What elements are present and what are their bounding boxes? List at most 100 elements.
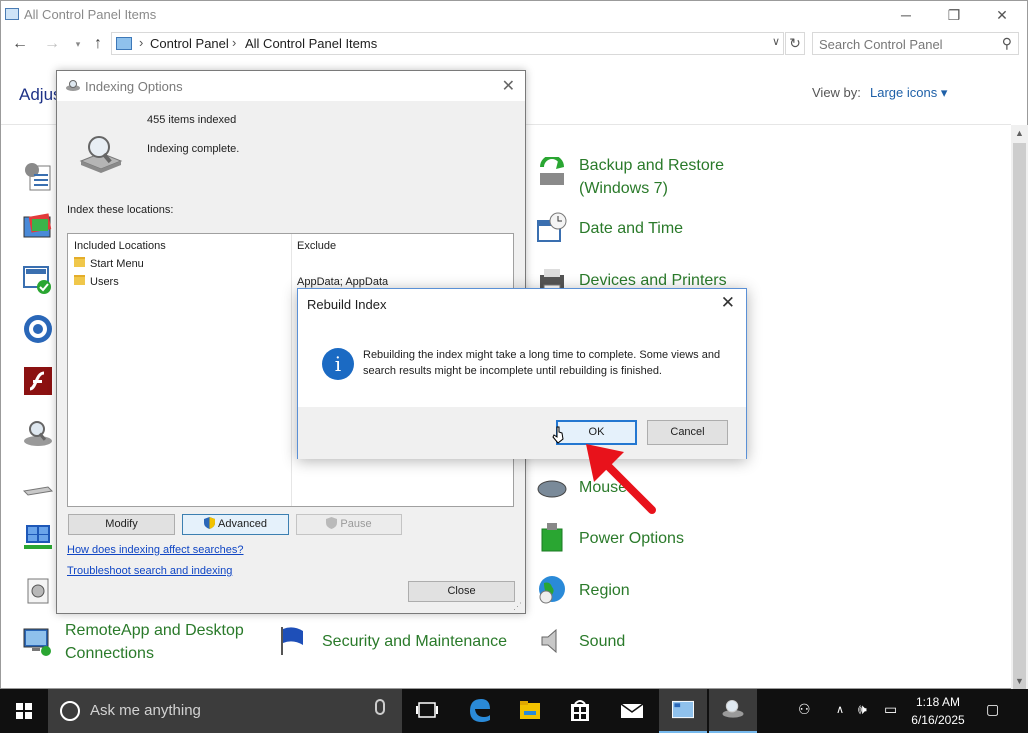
clock-date: 6/16/2025	[911, 713, 965, 727]
close-icon[interactable]: ✕	[502, 76, 515, 96]
sound-speaker-icon[interactable]	[536, 625, 568, 657]
folder-icon	[74, 275, 85, 285]
control-panel-icon	[5, 8, 19, 20]
table-row[interactable]: Start Menu	[90, 258, 144, 270]
security-flag-icon[interactable]	[277, 625, 309, 657]
forward-arrow-icon[interactable]: →	[41, 33, 63, 55]
close-button[interactable]: ✕	[979, 1, 1025, 29]
administrative-tools-icon[interactable]	[22, 160, 54, 192]
cortana-placeholder: Ask me anything	[90, 702, 201, 719]
info-icon: i	[322, 348, 354, 380]
remoteapp-link[interactable]: RemoteApp and Desktop Connections	[65, 619, 244, 665]
mouse-cursor-icon	[552, 426, 564, 444]
remoteapp-icon[interactable]	[22, 625, 54, 657]
color-management-icon[interactable]	[22, 211, 54, 243]
scroll-thumb[interactable]	[1013, 143, 1026, 698]
date-time-link[interactable]: Date and Time	[579, 217, 683, 240]
ease-of-access-icon[interactable]	[22, 313, 54, 345]
region-link[interactable]: Region	[579, 579, 630, 602]
cortana-search-box[interactable]: Ask me anything	[48, 689, 402, 733]
network-icon[interactable]: ▭	[884, 701, 897, 718]
close-button[interactable]: Close	[408, 581, 515, 602]
minimize-button[interactable]: ─	[883, 1, 929, 29]
pause-label: Pause	[340, 518, 372, 530]
how-indexing-link[interactable]: How does indexing affect searches?	[67, 544, 244, 556]
sound-link[interactable]: Sound	[579, 630, 625, 653]
modify-button[interactable]: Modify	[68, 514, 175, 535]
advanced-button[interactable]: Advanced	[182, 514, 289, 535]
breadcrumb-separator: ›	[232, 35, 237, 50]
view-by-dropdown[interactable]: Large icons ▾	[870, 85, 947, 101]
security-maintenance-link[interactable]: Security and Maintenance	[322, 630, 507, 653]
system-clock[interactable]: 1:18 AM 6/16/2025	[906, 693, 970, 729]
programs-features-icon[interactable]	[22, 573, 54, 605]
file-explorer-icon[interactable]	[506, 689, 554, 733]
back-arrow-icon[interactable]: ←	[9, 33, 31, 55]
pause-button[interactable]: Pause	[296, 514, 402, 535]
indexing-title-bar: Indexing Options ✕	[57, 71, 525, 101]
cortana-icon	[60, 701, 80, 721]
column-header-included[interactable]: Included Locations	[74, 240, 166, 252]
backup-restore-link[interactable]: Backup and Restore (Windows 7)	[579, 154, 724, 200]
window-title: All Control Panel Items	[24, 7, 157, 22]
control-panel-taskbar-icon[interactable]	[659, 689, 707, 733]
search-icon: ⚲	[1001, 35, 1012, 51]
indexing-drive-icon	[79, 136, 123, 173]
store-icon[interactable]	[556, 689, 604, 733]
network-sharing-icon[interactable]	[22, 521, 54, 553]
scroll-up-icon[interactable]: ▲	[1011, 125, 1028, 142]
breadcrumb-control-panel[interactable]: Control Panel	[150, 36, 229, 51]
power-options-icon[interactable]	[536, 521, 568, 553]
scroll-down-icon[interactable]: ▼	[1011, 673, 1028, 690]
backup-label-line2: (Windows 7)	[579, 180, 668, 197]
close-label: Close	[447, 585, 476, 597]
column-header-exclude[interactable]: Exclude	[297, 240, 336, 252]
people-icon[interactable]: ⚇	[798, 701, 811, 718]
navigation-bar: ← → ▾ ↑ › Control Panel › All Control Pa…	[1, 29, 1027, 59]
recent-chevron-icon[interactable]: ▾	[67, 33, 89, 55]
items-indexed-count: 455 items indexed	[147, 114, 237, 126]
date-time-icon[interactable]	[536, 211, 568, 243]
vertical-scrollbar[interactable]: ▲ ▼	[1011, 125, 1028, 698]
table-row[interactable]: Users	[90, 276, 119, 288]
search-placeholder: Search Control Panel	[819, 37, 943, 52]
breadcrumb-all-items[interactable]: All Control Panel Items	[245, 36, 377, 51]
volume-icon[interactable]: 🕪	[858, 701, 867, 718]
search-input[interactable]: Search Control Panel ⚲	[812, 32, 1019, 55]
column-separator	[291, 234, 292, 506]
resize-grip-icon[interactable]: ⋰	[513, 601, 523, 611]
modify-label: Modify	[105, 518, 138, 530]
dialog-message: Rebuilding the index might take a long t…	[363, 349, 721, 377]
clock-time: 1:18 AM	[915, 695, 961, 709]
troubleshoot-link[interactable]: Troubleshoot search and indexing	[67, 565, 232, 577]
start-windows-icon[interactable]	[0, 689, 48, 733]
edge-browser-icon[interactable]	[456, 689, 504, 733]
power-options-link[interactable]: Power Options	[579, 527, 684, 550]
backup-label: Backup and Restore	[579, 157, 724, 174]
microphone-icon[interactable]	[375, 699, 385, 715]
chevron-down-icon[interactable]: ∨	[772, 35, 780, 48]
keyboard-icon[interactable]	[22, 475, 54, 507]
indexing-status: Indexing complete.	[147, 143, 240, 155]
remoteapp-label-line2: Connections	[65, 645, 154, 662]
backup-restore-icon[interactable]	[536, 157, 568, 189]
up-arrow-icon[interactable]: ↑	[87, 33, 109, 55]
mail-icon[interactable]	[608, 689, 656, 733]
mouse-icon[interactable]	[536, 473, 568, 505]
flash-player-icon[interactable]	[22, 365, 54, 397]
remoteapp-label: RemoteApp and Desktop	[65, 622, 244, 639]
control-panel-icon	[116, 37, 132, 50]
action-center-icon[interactable]: ▢	[986, 701, 999, 718]
address-bar[interactable]: › Control Panel › All Control Panel Item…	[111, 32, 784, 55]
indexing-options-icon[interactable]	[22, 417, 54, 449]
maximize-button[interactable]: ❐	[931, 1, 977, 29]
show-hidden-icons-chevron-icon[interactable]: ∧	[836, 703, 844, 716]
region-globe-icon[interactable]	[536, 573, 568, 605]
table-cell-exclude: AppData; AppData	[297, 276, 389, 288]
default-programs-icon[interactable]	[22, 263, 54, 295]
close-icon[interactable]: ✕	[721, 293, 735, 313]
refresh-icon[interactable]: ↻	[785, 32, 805, 55]
indexing-options-taskbar-icon[interactable]	[709, 689, 757, 733]
task-view-icon[interactable]	[403, 689, 451, 733]
title-bar: All Control Panel Items ─ ❐ ✕	[1, 1, 1027, 29]
